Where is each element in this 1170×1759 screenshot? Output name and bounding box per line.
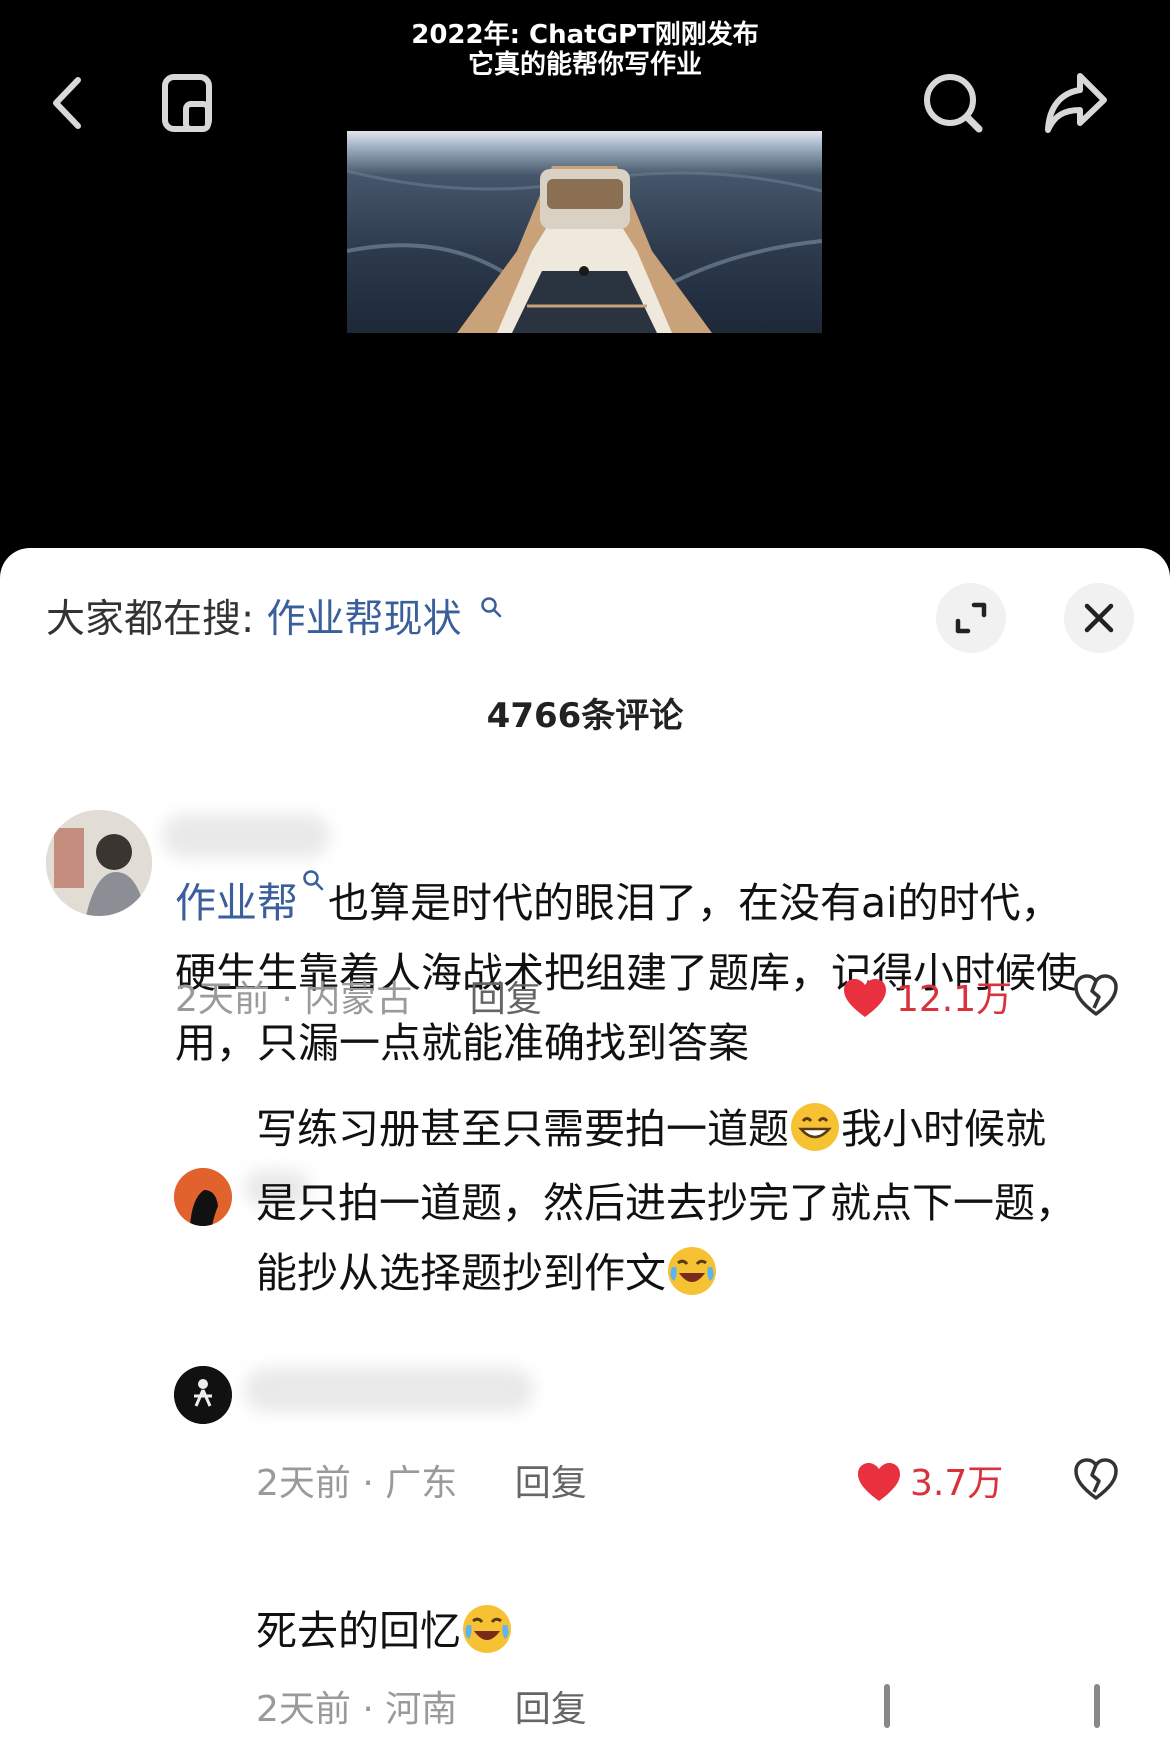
- video-area[interactable]: 2022年: ChatGPT刚刚发布 它真的能帮你写作业: [0, 0, 1170, 560]
- scroll-indicator: [884, 1684, 890, 1728]
- reply-1-body: 是只拍一道题，然后进去抄完了就点下一题， 能抄从选择题抄到作文: [256, 1098, 1136, 1308]
- share-icon: [1045, 73, 1107, 133]
- trending-search-row[interactable]: 大家都在搜: 作业帮现状: [46, 590, 502, 650]
- meta-separator: ·: [350, 1463, 386, 1504]
- reply-text-line2: 是只拍一道题，然后进去抄完了就点下一题，: [256, 1179, 1076, 1227]
- close-icon: [1084, 603, 1114, 633]
- video-search-button[interactable]: [918, 68, 988, 138]
- reply-meta: 2天前 · 广东 回复: [256, 1454, 587, 1506]
- reply-text-line1: 死去的回忆: [256, 1607, 461, 1655]
- reply-time: 2天前: [256, 1689, 351, 1730]
- avatar[interactable]: [46, 810, 152, 916]
- comment-count: 4766条评论: [486, 696, 684, 736]
- meta-separator: ·: [350, 1689, 386, 1730]
- reply-text-line3: 能抄从选择题抄到作文: [256, 1249, 666, 1297]
- back-button[interactable]: [34, 68, 104, 138]
- reply-location: 河南: [385, 1689, 458, 1730]
- avatar[interactable]: [174, 1366, 232, 1424]
- broken-heart-icon[interactable]: [1073, 1456, 1119, 1502]
- share-button[interactable]: [1042, 68, 1112, 138]
- reply-meta: 2天前 · 河南 回复: [256, 1680, 587, 1732]
- heart-filled-icon: [844, 979, 886, 1017]
- yacht-image: [347, 166, 822, 333]
- reply-time: 2天前: [256, 1463, 351, 1504]
- scroll-indicator: [1094, 1684, 1100, 1728]
- close-button[interactable]: [1064, 583, 1134, 653]
- video-thumbnail[interactable]: [347, 131, 822, 333]
- meta-separator: ·: [269, 979, 305, 1020]
- mini-window-icon: [162, 74, 212, 132]
- video-caption-line1: 2022年: ChatGPT刚刚发布: [411, 20, 759, 50]
- small-search-icon: [481, 597, 502, 618]
- comment-location: 内蒙古: [304, 979, 413, 1020]
- laugh-cry-emoji-icon: [463, 1605, 511, 1653]
- like-count: 12.1万: [896, 979, 1013, 1020]
- expand-button[interactable]: [936, 583, 1006, 653]
- avatar[interactable]: [174, 1168, 232, 1226]
- expand-icon: [955, 602, 987, 634]
- comment-text-line1: 也算是时代的眼泪了，在没有ai的时代，: [328, 879, 1062, 927]
- small-search-icon: [303, 870, 324, 891]
- like-count: 3.7万: [910, 1463, 1004, 1504]
- trending-search-keyword[interactable]: 作业帮现状: [267, 597, 462, 642]
- heart-filled-icon: [858, 1463, 900, 1501]
- blurred-username[interactable]: [244, 1368, 534, 1412]
- trending-search-prefix: 大家都在搜:: [46, 597, 255, 642]
- search-icon: [924, 74, 983, 133]
- chevron-left-icon: [53, 77, 81, 129]
- comment-meta: 2天前 · 内蒙古 回复: [175, 970, 542, 1022]
- reply-button[interactable]: 回复: [470, 979, 542, 1020]
- like-button[interactable]: 3.7万: [856, 1454, 1003, 1506]
- comment-time: 2天前: [175, 979, 270, 1020]
- reply-location: 广东: [385, 1463, 458, 1504]
- broken-heart-icon[interactable]: [1073, 972, 1119, 1018]
- reply-button[interactable]: 回复: [515, 1689, 587, 1730]
- laugh-cry-emoji-icon: [668, 1247, 716, 1295]
- like-button[interactable]: 12.1万: [842, 970, 1012, 1022]
- comment-keyword-link[interactable]: 作业帮: [175, 879, 298, 927]
- blurred-username[interactable]: [162, 814, 330, 858]
- reply-button[interactable]: 回复: [515, 1463, 587, 1504]
- reply-2-body: 死去的回忆: [256, 1596, 1136, 1666]
- mini-window-button[interactable]: [154, 68, 224, 138]
